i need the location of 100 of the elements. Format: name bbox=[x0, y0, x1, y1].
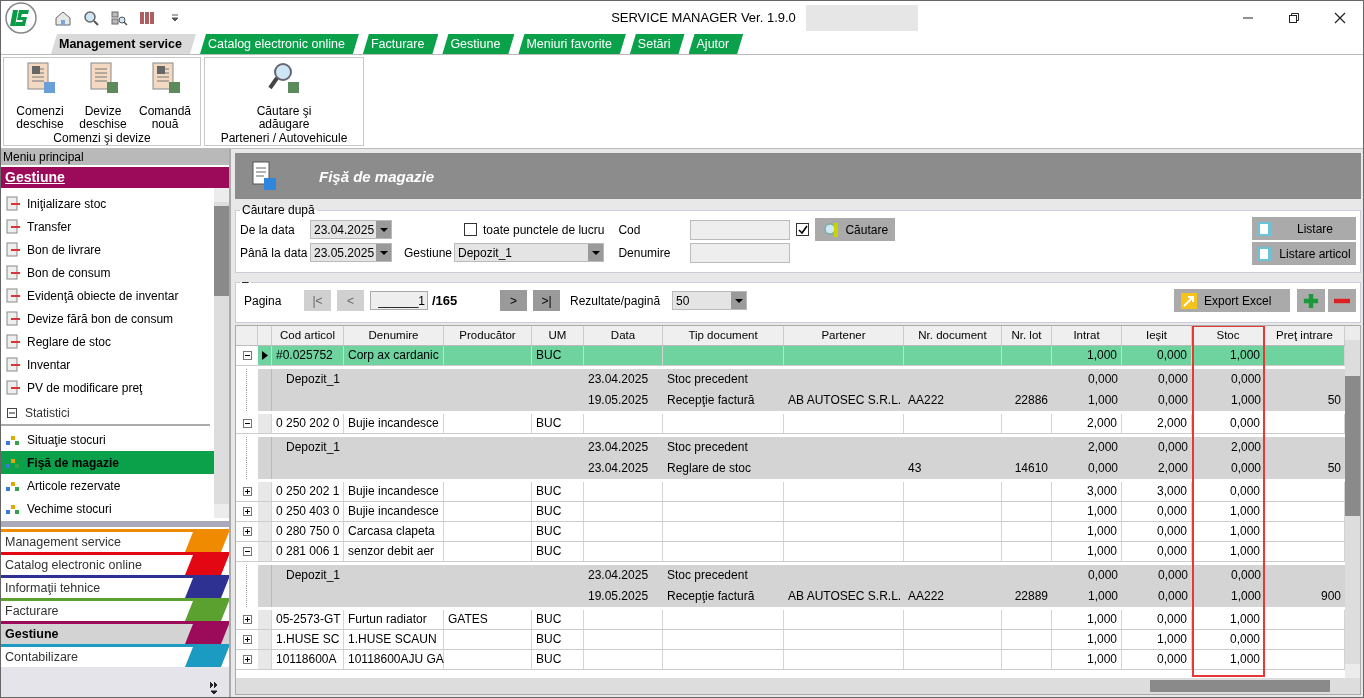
ribbon-tab[interactable]: Management service bbox=[51, 34, 196, 54]
dropdown-field[interactable]: Depozit_1 bbox=[454, 243, 604, 262]
table-row[interactable]: 1.HUSE SC 1.HUSE SCAUN BUC 1,000 1,000 0,000 bbox=[236, 630, 1345, 650]
expander-icon[interactable] bbox=[242, 615, 252, 624]
table-row[interactable]: 0 250 202 1 Bujie incandesce BUC 3,000 3,000 0,000 bbox=[236, 482, 1345, 502]
table-row[interactable]: 05-2573-GT Furtun radiator GATES BUC 1,000 0,000 1,000 bbox=[236, 610, 1345, 630]
nav-button[interactable]: Management service bbox=[1, 529, 229, 552]
menu-item[interactable]: Evidenţă obiecte de inventar bbox=[1, 284, 214, 307]
table-cell: #0.025752 bbox=[276, 348, 333, 362]
table-cell: 0,000 bbox=[1087, 461, 1118, 475]
date-field[interactable]: 23.05.2025 bbox=[310, 243, 392, 262]
table-cell: 1,000 bbox=[1229, 504, 1260, 518]
dropdown-icon[interactable] bbox=[171, 13, 179, 22]
expander-icon[interactable] bbox=[242, 487, 252, 496]
print-button[interactable]: Listare bbox=[1252, 217, 1356, 240]
table-cell: 1,000 bbox=[1230, 589, 1261, 603]
column-header[interactable]: Partener bbox=[784, 326, 904, 345]
nav-button[interactable]: Catalog electronic online bbox=[1, 552, 229, 575]
table-row[interactable]: #0.025752 Corp ax cardanic BUC 1,000 0,000 1,000 bbox=[236, 346, 1345, 366]
group-header[interactable]: Statistici bbox=[1, 402, 210, 426]
row-header[interactable] bbox=[258, 346, 272, 365]
menu-item[interactable]: Situaţie stocuri bbox=[1, 428, 214, 451]
export-button[interactable]: Export Excel bbox=[1174, 289, 1290, 312]
table-cell: 1,000 bbox=[1086, 348, 1117, 362]
ribbon-button[interactable]: Căutare şi adăugare bbox=[209, 58, 359, 131]
menu-item[interactable]: Bon de consum bbox=[1, 261, 214, 284]
close-icon[interactable] bbox=[1334, 11, 1346, 24]
column-header[interactable]: UM bbox=[532, 326, 584, 345]
table-row[interactable]: 0 281 006 1 senzor debit aer BUC 1,000 0,000 1,000 bbox=[236, 542, 1345, 562]
scrollbar[interactable] bbox=[236, 678, 1360, 694]
column-header[interactable]: Cod articol bbox=[272, 326, 344, 345]
column-header[interactable]: Stoc bbox=[1192, 326, 1265, 345]
table-row[interactable]: 10118600A 10118600AJU GA BUC 1,000 0,000 1,000 bbox=[236, 650, 1345, 670]
menu-item[interactable]: Transfer bbox=[1, 215, 214, 238]
ribbon-button[interactable]: Comenzi deschise bbox=[8, 58, 72, 131]
page-field[interactable]: ______1 bbox=[370, 291, 428, 310]
column-header[interactable]: Data bbox=[584, 326, 663, 345]
column-header[interactable]: Nr. lot bbox=[1002, 326, 1052, 345]
table-cell: 1,000 bbox=[1230, 393, 1261, 407]
remove-button[interactable] bbox=[1328, 289, 1356, 312]
expander-icon[interactable] bbox=[242, 351, 252, 360]
date-field[interactable]: 23.04.2025 bbox=[310, 220, 392, 239]
table-row[interactable]: 0 250 202 0 Bujie incandesce BUC 2,000 2,000 0,000 bbox=[236, 414, 1345, 434]
ribbon-button[interactable]: Comandă nouă bbox=[134, 58, 196, 131]
scrollbar[interactable] bbox=[1345, 326, 1360, 678]
menu-item[interactable]: Inventar bbox=[1, 353, 214, 376]
nav-button[interactable]: Facturare bbox=[1, 598, 229, 621]
table-cell: 14610 bbox=[1014, 461, 1048, 475]
menu-item[interactable]: Bon de livrare bbox=[1, 238, 214, 261]
collapse-toggle[interactable]: – bbox=[240, 275, 251, 289]
nav-button[interactable]: Contabilizare bbox=[1, 644, 229, 667]
menu-item[interactable]: Iniţializare stoc bbox=[1, 192, 214, 215]
expander-icon[interactable] bbox=[242, 547, 252, 556]
add-button[interactable] bbox=[1297, 289, 1325, 312]
menu-item[interactable]: Devize fără bon de consum bbox=[1, 307, 214, 330]
search-icon[interactable] bbox=[82, 8, 100, 27]
table-cell: 10118600AJU GA bbox=[348, 652, 444, 666]
section-header[interactable]: Gestiune bbox=[1, 167, 229, 188]
menu-item[interactable]: Fişă de magazie bbox=[1, 451, 214, 474]
table-cell: 50 bbox=[1327, 461, 1341, 475]
collapse-icon[interactable] bbox=[7, 408, 17, 418]
menu-item[interactable]: Vechime stocuri bbox=[1, 497, 214, 520]
nav-button[interactable]: Gestiune bbox=[1, 621, 229, 644]
checkbox[interactable] bbox=[464, 223, 477, 236]
table-cell: BUC bbox=[536, 416, 562, 430]
table-row[interactable]: 0 250 403 0 Bujie incandesce BUC 1,000 0,000 1,000 bbox=[236, 502, 1345, 522]
input-field[interactable] bbox=[690, 219, 791, 240]
expander-icon[interactable] bbox=[242, 527, 252, 536]
column-header[interactable]: Intrat bbox=[1052, 326, 1122, 345]
expander-icon[interactable] bbox=[242, 419, 252, 428]
table-cell: 0,000 bbox=[1229, 484, 1260, 498]
column-header[interactable]: Tip document bbox=[663, 326, 784, 345]
table-cell: 1,000 bbox=[1086, 544, 1117, 558]
print-button[interactable]: Listare articol bbox=[1252, 242, 1356, 265]
ribbon-button[interactable]: Devize deschise bbox=[72, 58, 134, 131]
menu-item[interactable]: Reglare de stoc bbox=[1, 330, 214, 353]
table-row[interactable]: 0 280 750 0 Carcasa clapeta BUC 1,000 0,000 1,000 bbox=[236, 522, 1345, 542]
search-button[interactable]: Căutare bbox=[815, 218, 896, 241]
checkbox[interactable] bbox=[796, 223, 810, 236]
maximize-icon[interactable] bbox=[1288, 11, 1300, 24]
next-page-button[interactable]: > bbox=[500, 290, 527, 311]
menu-item[interactable]: Articole rezervate bbox=[1, 474, 214, 497]
expander-icon[interactable] bbox=[242, 635, 252, 644]
input-field[interactable] bbox=[690, 242, 791, 263]
window-title: SERVICE MANAGER Ver. 1.9.0 bbox=[611, 10, 796, 25]
column-header[interactable]: Nr. document bbox=[904, 326, 1002, 345]
more-icon[interactable] bbox=[209, 681, 219, 695]
table-cell: BUC bbox=[536, 544, 562, 558]
column-header[interactable]: Ieşit bbox=[1122, 326, 1192, 345]
column-header[interactable]: Producător bbox=[444, 326, 532, 345]
expander-icon[interactable] bbox=[242, 507, 252, 516]
nav-button[interactable]: Informaţii tehnice bbox=[1, 575, 229, 598]
table-cell: Depozit_1 bbox=[286, 440, 341, 454]
scrollbar[interactable] bbox=[214, 188, 229, 518]
menu-item[interactable]: PV de modificare preţ bbox=[1, 376, 214, 399]
dropdown-field[interactable]: 50 bbox=[672, 291, 748, 310]
column-header[interactable]: Denumire bbox=[344, 326, 444, 345]
expander-icon[interactable] bbox=[242, 655, 252, 664]
last-page-button[interactable]: >| bbox=[533, 290, 560, 311]
table-cell: 0,000 bbox=[1229, 416, 1260, 430]
